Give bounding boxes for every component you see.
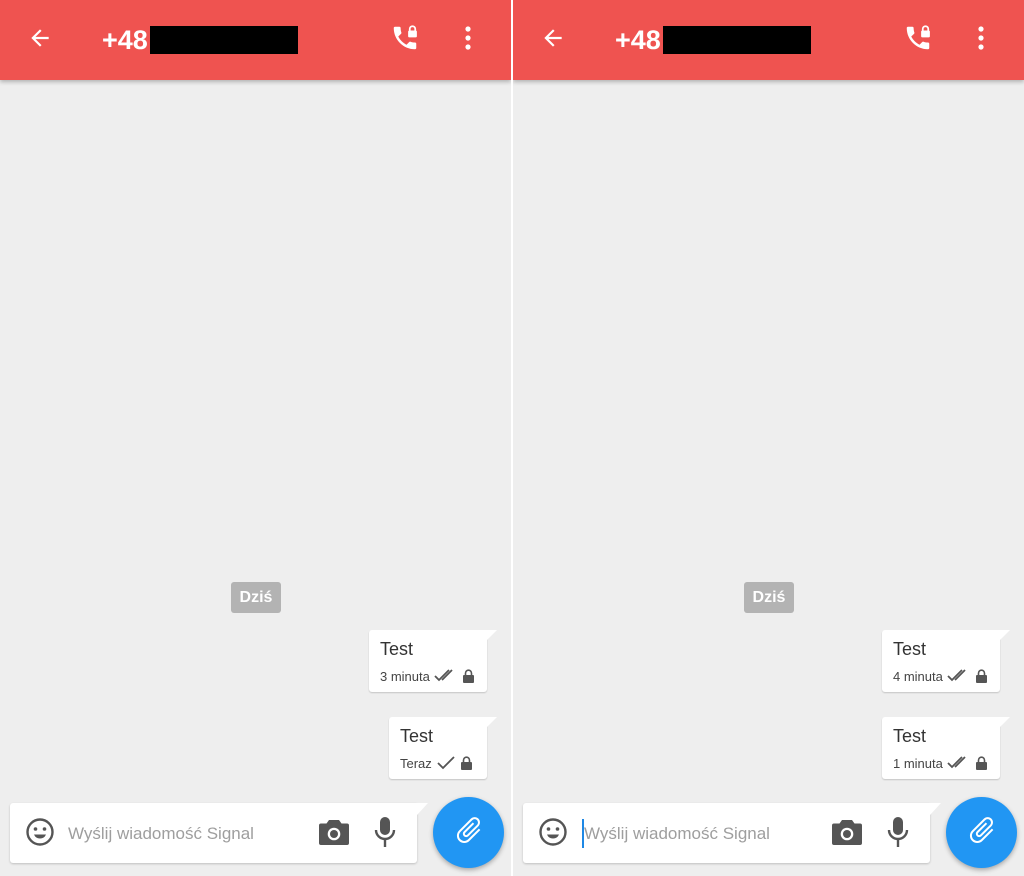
camera-icon <box>319 819 349 850</box>
emoji-button[interactable] <box>537 817 569 852</box>
message-meta: 3 minuta <box>380 667 474 685</box>
overflow-menu-button[interactable] <box>965 20 997 60</box>
microphone-button[interactable] <box>885 816 911 852</box>
message-text: Test <box>400 726 434 746</box>
lock-icon <box>462 669 474 683</box>
check-icon <box>436 756 456 770</box>
conversation-panel-left: +48 Dziś Test 3 minuta Test Teraz Wyślij… <box>0 0 511 876</box>
redacted-number <box>662 26 811 54</box>
message-input[interactable] <box>68 817 308 851</box>
message-bubble[interactable]: Test 4 minuta <box>882 630 1010 692</box>
message-meta: 1 minuta <box>893 754 987 772</box>
message-input[interactable] <box>581 817 824 851</box>
toolbar: +48 <box>0 0 511 80</box>
message-meta: Teraz <box>400 754 472 772</box>
message-time: 4 minuta <box>893 668 943 684</box>
message-time: 3 minuta <box>380 668 430 684</box>
message-text: Test <box>893 726 927 746</box>
emoji-icon <box>25 817 55 852</box>
contact-title: +48 <box>615 22 811 58</box>
microphone-icon <box>887 816 909 853</box>
camera-button[interactable] <box>829 818 865 850</box>
emoji-button[interactable] <box>24 817 56 852</box>
message-composer <box>523 803 941 863</box>
bubble-tail <box>1000 717 1010 727</box>
contact-number-prefix: +48 <box>615 24 661 55</box>
message-composer <box>10 803 428 863</box>
composer-tail <box>417 803 428 815</box>
lock-icon <box>975 756 987 770</box>
secure-call-button[interactable] <box>385 20 425 60</box>
back-button[interactable] <box>16 20 64 60</box>
lock-icon <box>460 756 472 770</box>
secure-call-button[interactable] <box>898 20 938 60</box>
message-meta: 4 minuta <box>893 667 987 685</box>
paperclip-icon <box>453 814 485 851</box>
date-divider: Dziś <box>231 582 281 613</box>
message-bubble[interactable]: Test 1 minuta <box>882 717 1010 779</box>
double-check-icon <box>947 756 971 770</box>
message-text: Test <box>380 639 414 659</box>
date-divider: Dziś <box>744 582 794 613</box>
emoji-icon <box>538 817 568 852</box>
message-text: Test <box>893 639 927 659</box>
toolbar: +48 <box>513 0 1024 80</box>
message-bubble[interactable]: Test 3 minuta <box>369 630 497 692</box>
contact-title: +48 <box>102 22 298 58</box>
arrow-back-icon <box>540 25 566 56</box>
more-vert-icon <box>464 25 472 56</box>
redacted-number <box>149 26 298 54</box>
double-check-icon <box>434 669 458 683</box>
more-vert-icon <box>977 25 985 56</box>
paperclip-icon <box>966 814 998 851</box>
bubble-tail <box>487 717 497 727</box>
message-bubble[interactable]: Test Teraz <box>389 717 497 779</box>
camera-icon <box>832 819 862 850</box>
microphone-button[interactable] <box>372 816 398 852</box>
bubble-tail <box>1000 630 1010 640</box>
composer-tail <box>930 803 941 815</box>
microphone-icon <box>374 816 396 853</box>
camera-button[interactable] <box>316 818 352 850</box>
message-time: 1 minuta <box>893 755 943 771</box>
conversation-panel-right: +48 Dziś Test 4 minuta Test 1 minuta Wyś… <box>513 0 1024 876</box>
attach-button[interactable] <box>946 797 1017 868</box>
arrow-back-icon <box>27 25 53 56</box>
secure-call-icon <box>390 23 420 58</box>
bubble-tail <box>487 630 497 640</box>
contact-number-prefix: +48 <box>102 24 148 55</box>
double-check-icon <box>947 669 971 683</box>
back-button[interactable] <box>529 20 577 60</box>
secure-call-icon <box>903 23 933 58</box>
message-time: Teraz <box>400 755 432 771</box>
overflow-menu-button[interactable] <box>452 20 484 60</box>
attach-button[interactable] <box>433 797 504 868</box>
lock-icon <box>975 669 987 683</box>
